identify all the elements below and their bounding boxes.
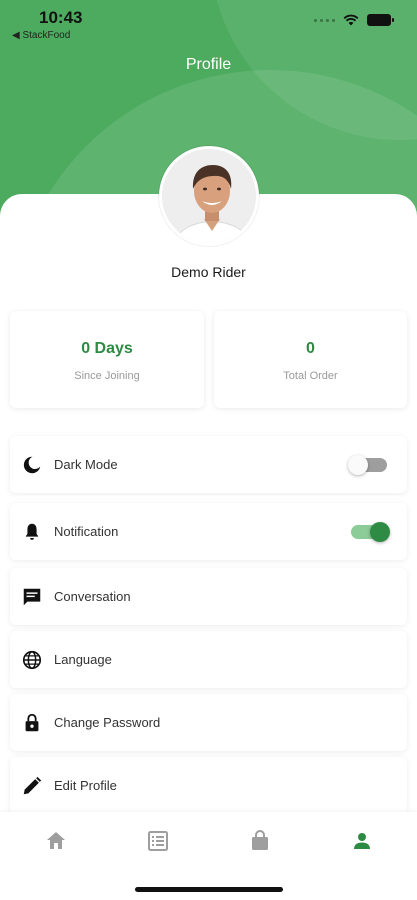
clock: 10:43	[39, 8, 83, 27]
list-icon[interactable]	[146, 829, 170, 853]
menu-item-label: Notification	[54, 524, 119, 539]
home-icon[interactable]	[44, 829, 68, 853]
page-title: Profile	[185, 56, 232, 73]
back-to-app-link[interactable]: ◀ StackFood	[12, 30, 70, 41]
menu-item-edit-profile[interactable]: Edit Profile	[10, 757, 407, 814]
menu-item-label: Change Password	[54, 715, 161, 730]
avatar[interactable]	[159, 146, 259, 246]
person-icon[interactable]	[350, 829, 374, 853]
lock-icon	[25, 713, 39, 732]
stat-card-since-joining: 0 Days Since Joining	[10, 311, 204, 408]
pencil-icon	[23, 776, 42, 795]
globe-icon	[22, 650, 42, 670]
stat-value: 0 Days	[81, 340, 133, 357]
status-bar: 10:43 ◀ StackFood	[0, 0, 417, 48]
home-indicator	[135, 887, 283, 892]
menu-item-label: Language	[54, 652, 112, 667]
menu-item-language[interactable]: Language	[10, 631, 407, 688]
profile-screen: 10:43 ◀ StackFood Profile Demo Rider 0 D…	[0, 0, 417, 900]
toggle-knob	[348, 454, 368, 475]
battery-icon	[367, 14, 394, 26]
moon-icon	[23, 456, 41, 474]
rider-name: Demo Rider	[171, 264, 246, 280]
stat-card-total-order: 0 Total Order	[214, 311, 407, 408]
menu-item-label: Edit Profile	[54, 778, 117, 793]
menu-item-conversation[interactable]: Conversation	[10, 568, 407, 625]
toggle-knob	[370, 521, 390, 542]
menu-item-change-password[interactable]: Change Password	[10, 694, 407, 751]
bell-icon	[25, 523, 39, 540]
bag-icon[interactable]	[248, 829, 272, 853]
stat-caption: Since Joining	[74, 370, 140, 382]
status-icons	[314, 14, 394, 26]
menu-item-notification[interactable]: Notification	[10, 503, 407, 560]
stat-caption: Total Order	[283, 370, 338, 382]
stat-value: 0	[306, 340, 315, 357]
menu-item-label: Dark Mode	[54, 457, 118, 472]
signal-icon	[314, 18, 335, 22]
menu-item-label: Conversation	[54, 589, 131, 604]
notification-toggle[interactable]	[351, 521, 390, 542]
wifi-icon	[343, 14, 359, 26]
chat-icon	[23, 588, 41, 606]
menu-item-dark-mode[interactable]: Dark Mode	[10, 436, 407, 493]
dark-mode-toggle[interactable]	[348, 454, 387, 475]
